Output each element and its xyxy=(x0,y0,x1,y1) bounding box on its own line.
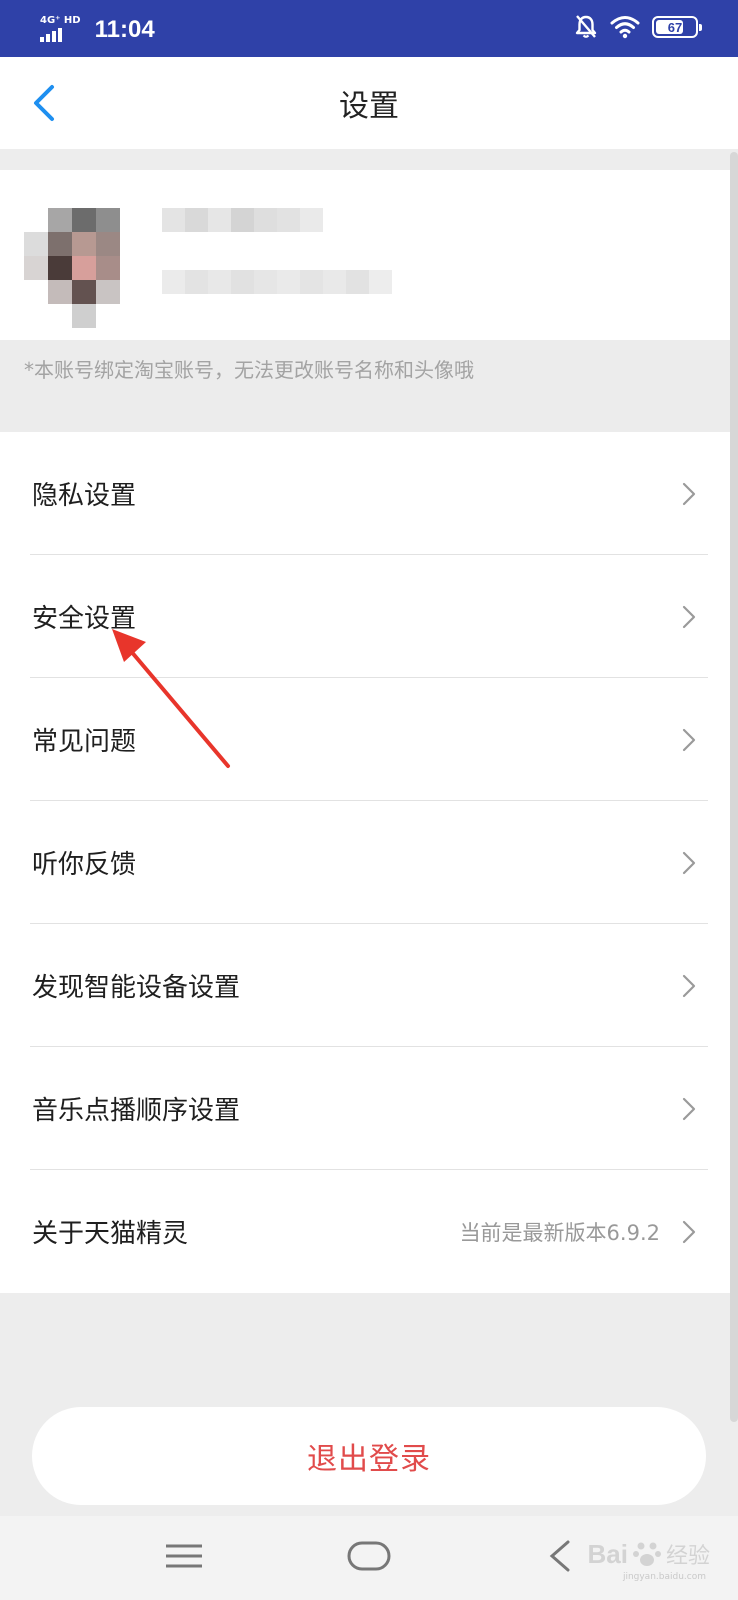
clock: 11:04 xyxy=(94,16,155,43)
settings-item-label: 关于天猫精灵 xyxy=(32,1219,189,1249)
paw-icon xyxy=(632,1542,661,1566)
back-button[interactable] xyxy=(28,81,64,125)
settings-item[interactable]: 音乐点播顺序设置 xyxy=(0,1047,730,1170)
chevron-right-icon xyxy=(682,605,696,628)
settings-item[interactable]: 发现智能设备设置 xyxy=(0,924,730,1047)
settings-item[interactable]: 关于天猫精灵 当前是最新版本6.9.2 xyxy=(0,1170,730,1293)
chevron-right-icon xyxy=(682,974,696,997)
settings-item-label: 隐私设置 xyxy=(32,481,137,511)
menu-icon[interactable] xyxy=(164,1534,204,1578)
wifi-icon xyxy=(610,16,640,39)
page-title: 设置 xyxy=(339,89,399,124)
chevron-right-icon xyxy=(682,728,696,751)
settings-item-value: 当前是最新版本6.9.2 xyxy=(459,1220,660,1245)
home-icon[interactable] xyxy=(346,1534,392,1578)
annotation-arrow xyxy=(112,629,230,768)
settings-item-label: 听你反馈 xyxy=(32,850,137,880)
scrollbar[interactable] xyxy=(730,152,738,1422)
avatar xyxy=(24,208,120,338)
bell-muted-icon xyxy=(575,15,597,38)
chevron-right-icon xyxy=(682,1097,696,1120)
status-right: 67 xyxy=(574,14,702,40)
chevron-right-icon xyxy=(682,851,696,874)
account-notice: *本账号绑定淘宝账号，无法更改账号名称和头像哦 xyxy=(0,340,730,432)
settings-item-label: 发现智能设备设置 xyxy=(32,973,241,1003)
back-nav-icon[interactable] xyxy=(542,1534,578,1578)
settings-item[interactable]: 隐私设置 xyxy=(0,432,730,555)
logout-button[interactable]: 退出登录 xyxy=(32,1407,706,1505)
network-type: 4G⁺ HD xyxy=(40,14,81,26)
watermark-url: jingyan.baidu.com xyxy=(622,1572,706,1582)
header: 设置 xyxy=(0,57,738,149)
watermark-suffix: 经验 xyxy=(665,1544,710,1569)
settings-list: 隐私设置 安全设置 常见问题 听你反馈 发现智能设备设置 音乐点播顺序设置 关于天猫精灵 当前… xyxy=(0,432,730,1293)
logout-label: 退出登录 xyxy=(307,1442,431,1477)
baidu-watermark: Bai 经验 xyxy=(588,1538,710,1570)
network-indicator: 4G⁺ HD xyxy=(40,15,81,42)
system-nav-bar: Bai 经验 jingyan.baidu.com xyxy=(0,1516,738,1600)
profile-card xyxy=(0,170,730,340)
settings-item-label: 音乐点播顺序设置 xyxy=(32,1096,241,1126)
chevron-right-icon xyxy=(682,482,696,505)
account-name-redacted xyxy=(162,208,323,232)
battery-level: 67 xyxy=(667,19,683,35)
chevron-right-icon xyxy=(682,1220,696,1243)
settings-item[interactable]: 听你反馈 xyxy=(0,801,730,924)
account-id-redacted xyxy=(162,270,392,294)
battery-icon: 67 xyxy=(652,16,702,38)
watermark-brand: Bai xyxy=(587,1538,628,1569)
status-left: 4G⁺ HD 11:04 xyxy=(40,12,155,44)
status-bar: 4G⁺ HD 11:04 67 xyxy=(0,0,738,57)
signal-icon xyxy=(40,27,81,42)
